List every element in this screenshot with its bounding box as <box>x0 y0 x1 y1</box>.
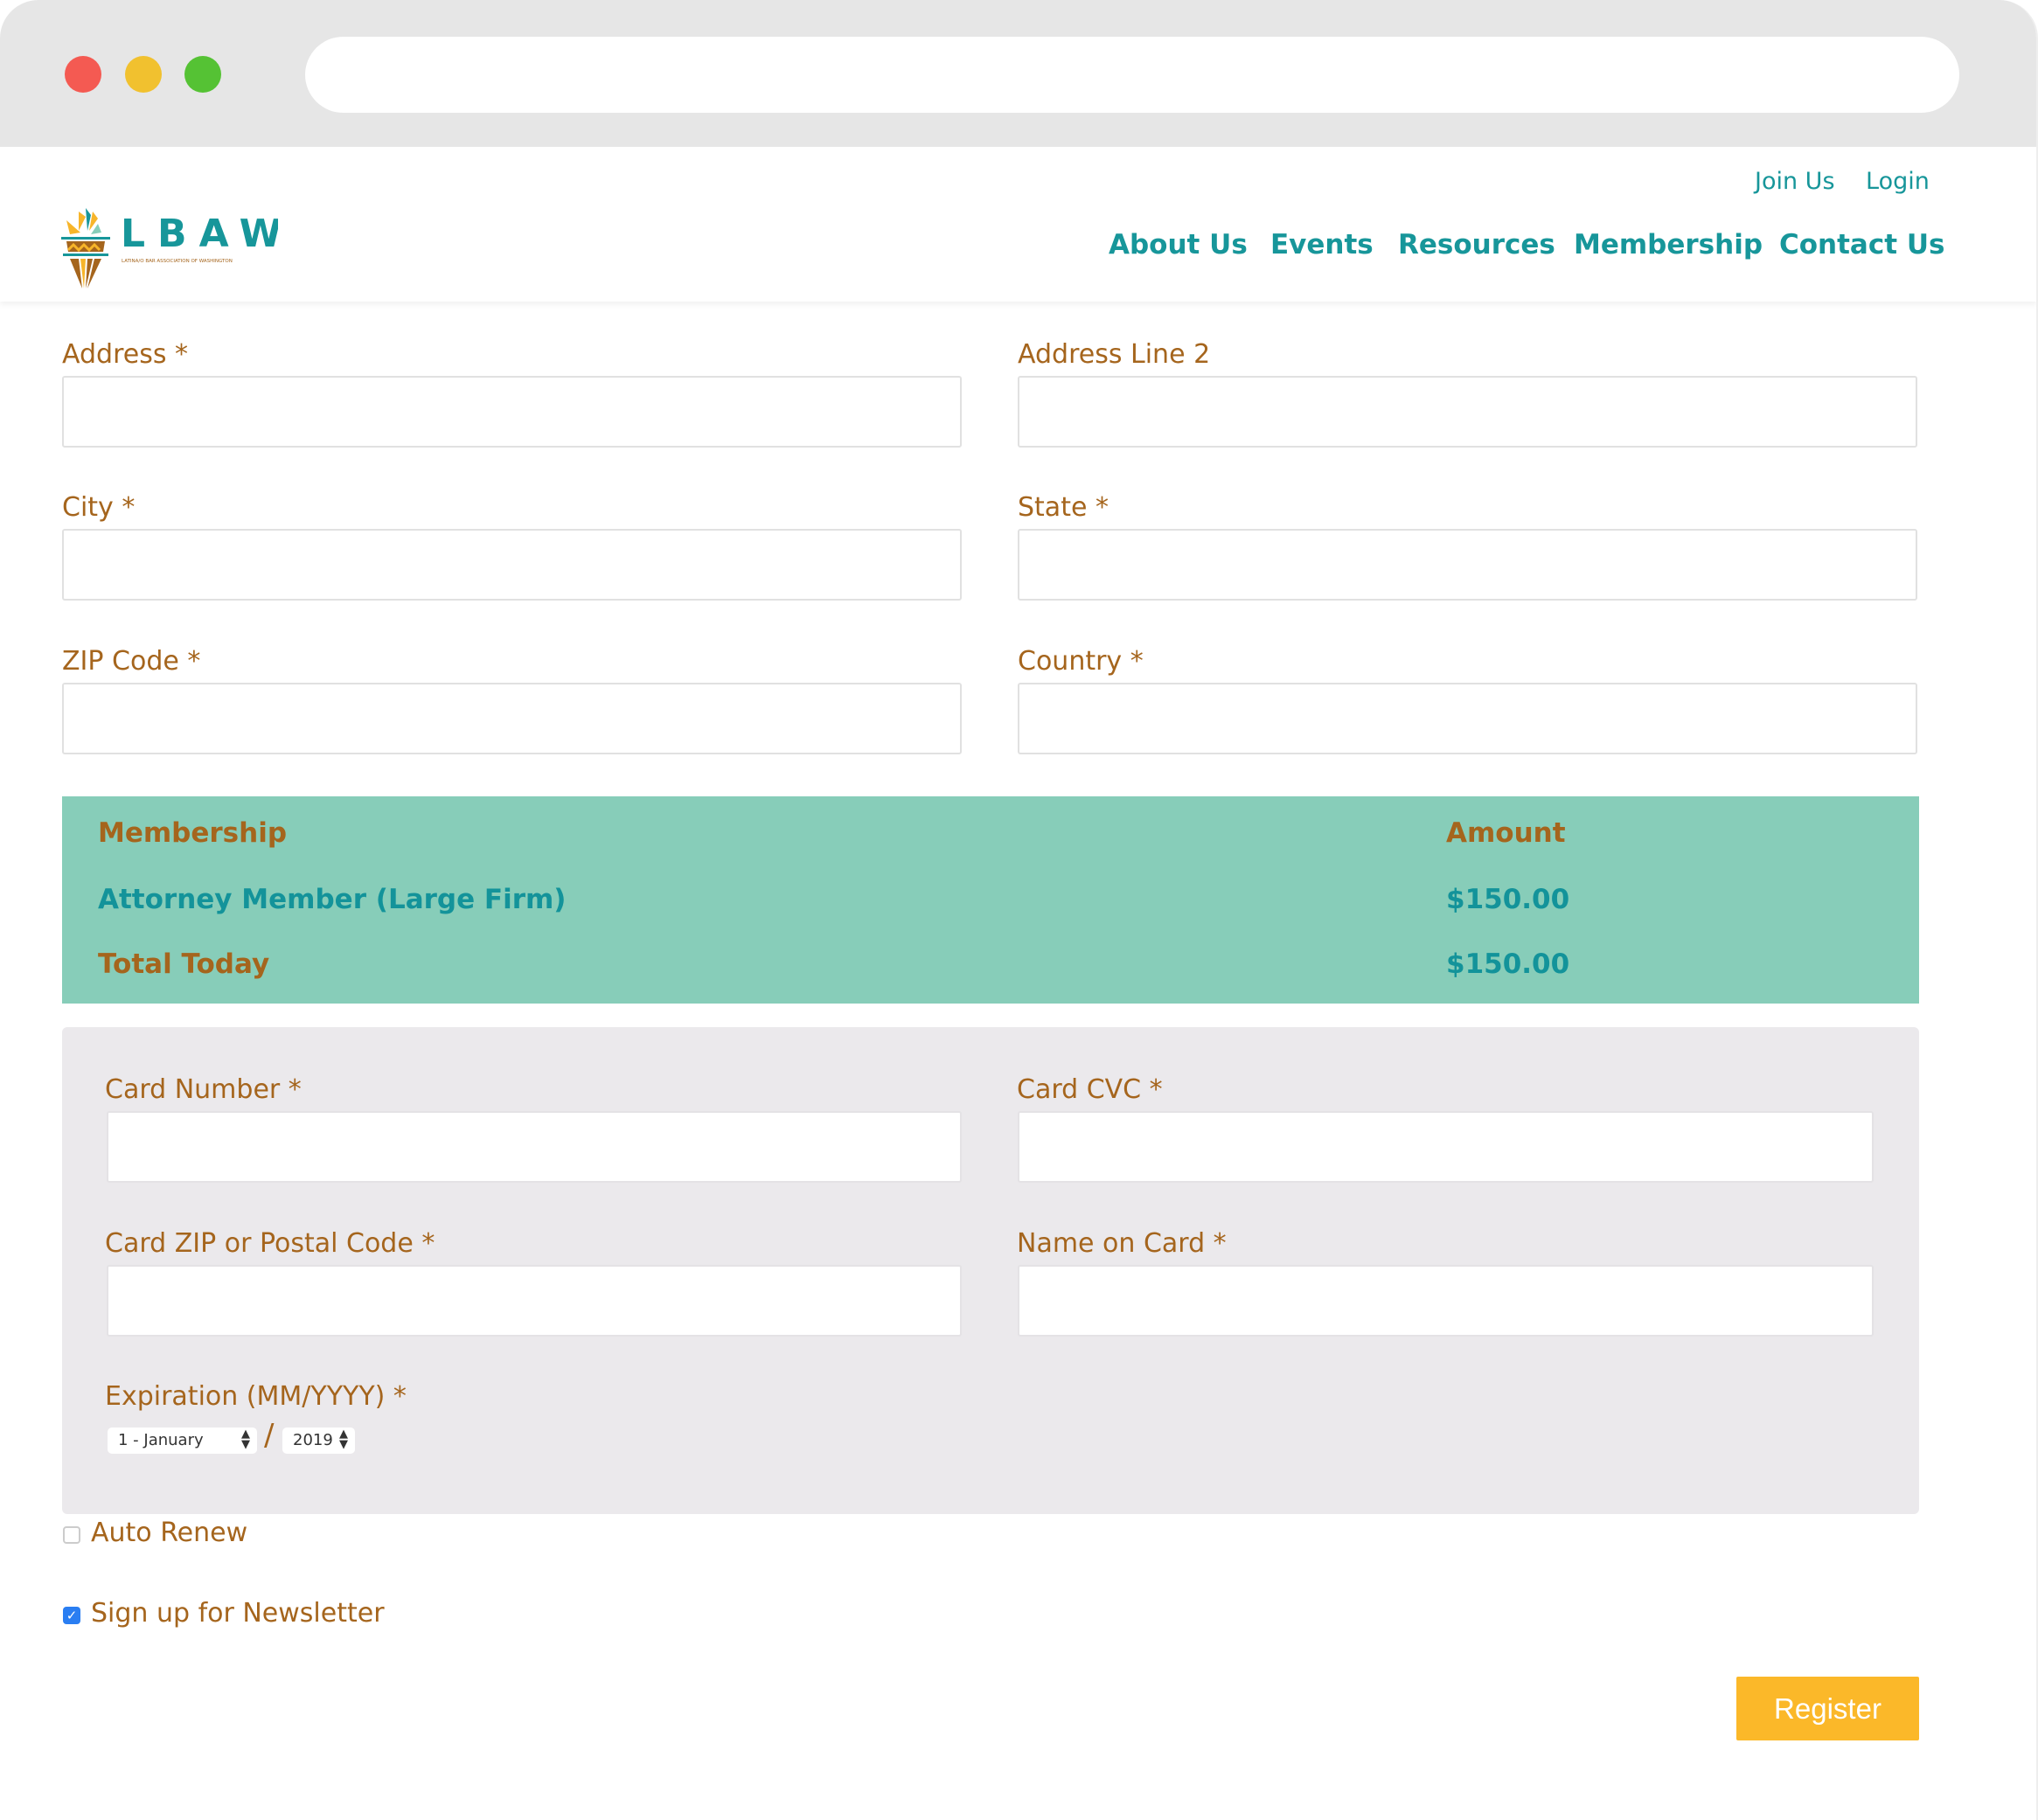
address-line2-input[interactable] <box>1018 376 1917 448</box>
nav-contact-us[interactable]: Contact Us <box>1779 229 1944 260</box>
select-arrows-icon: ▲ ▼ <box>339 1428 348 1451</box>
address-bar[interactable] <box>305 37 1959 113</box>
card-number-input[interactable] <box>107 1111 962 1183</box>
country-input[interactable] <box>1018 683 1917 754</box>
card-cvc-input[interactable] <box>1018 1111 1874 1183</box>
card-cvc-label: Card CVC * <box>1017 1074 1163 1105</box>
logo-tagline: LATINA/O BAR ASSOCIATION OF WASHINGTON <box>122 259 233 264</box>
card-number-label: Card Number * <box>105 1074 302 1105</box>
lbaw-logo[interactable]: LBAW LATINA/O BAR ASSOCIATION OF WASHING… <box>59 208 282 288</box>
amount-header: Amount <box>1446 817 1566 849</box>
logo-letters: LBAW <box>121 212 278 256</box>
state-input[interactable] <box>1018 529 1917 601</box>
expiration-separator: / <box>264 1418 275 1453</box>
month-value: 1 - January <box>118 1431 204 1449</box>
address-line2-label: Address Line 2 <box>1018 339 1211 370</box>
login-link[interactable]: Login <box>1866 168 1930 195</box>
maximize-window-icon[interactable] <box>184 56 221 93</box>
membership-table: Membership Amount Attorney Member (Large… <box>62 796 1919 1004</box>
close-window-icon[interactable] <box>65 56 101 93</box>
minimize-window-icon[interactable] <box>125 56 162 93</box>
auto-renew-checkbox[interactable] <box>63 1526 80 1544</box>
expiration-label: Expiration (MM/YYYY) * <box>105 1381 407 1412</box>
select-arrows-icon: ▲ ▼ <box>241 1428 250 1451</box>
city-input[interactable] <box>62 529 962 601</box>
expiration-year-select[interactable]: 2019 ▲ ▼ <box>282 1428 355 1454</box>
nav-events[interactable]: Events <box>1270 229 1374 260</box>
newsletter-label[interactable]: Sign up for Newsletter <box>91 1598 385 1629</box>
nav-membership[interactable]: Membership <box>1574 229 1763 260</box>
address-input[interactable] <box>62 376 962 448</box>
total-amount: $150.00 <box>1446 948 1570 980</box>
membership-header: Membership <box>98 817 288 849</box>
state-label: State * <box>1018 492 1109 523</box>
site-header: LBAW LATINA/O BAR ASSOCIATION OF WASHING… <box>0 147 2036 302</box>
total-label: Total Today <box>98 948 270 980</box>
join-us-link[interactable]: Join Us <box>1755 168 1835 195</box>
city-label: City * <box>62 492 136 523</box>
nav-resources[interactable]: Resources <box>1398 229 1555 260</box>
card-zip-input[interactable] <box>107 1265 962 1337</box>
address-label: Address * <box>62 339 189 370</box>
newsletter-checkbox[interactable]: ✓ <box>63 1607 80 1624</box>
browser-chrome <box>0 0 2036 147</box>
browser-window: LBAW LATINA/O BAR ASSOCIATION OF WASHING… <box>0 0 2038 1820</box>
expiration-month-select[interactable]: 1 - January ▲ ▼ <box>108 1428 257 1454</box>
name-on-card-input[interactable] <box>1018 1265 1874 1337</box>
auto-renew-label[interactable]: Auto Renew <box>91 1518 247 1548</box>
name-on-card-label: Name on Card * <box>1017 1228 1227 1259</box>
nav-about-us[interactable]: About Us <box>1109 229 1248 260</box>
membership-name: Attorney Member (Large Firm) <box>98 884 567 915</box>
card-zip-label: Card ZIP or Postal Code * <box>105 1228 435 1259</box>
year-value: 2019 <box>293 1431 333 1449</box>
zip-input[interactable] <box>62 683 962 754</box>
check-icon: ✓ <box>66 1608 78 1623</box>
country-label: Country * <box>1018 646 1144 677</box>
zip-label: ZIP Code * <box>62 646 201 677</box>
register-button[interactable]: Register <box>1736 1677 1919 1740</box>
membership-amount: $150.00 <box>1446 884 1570 915</box>
